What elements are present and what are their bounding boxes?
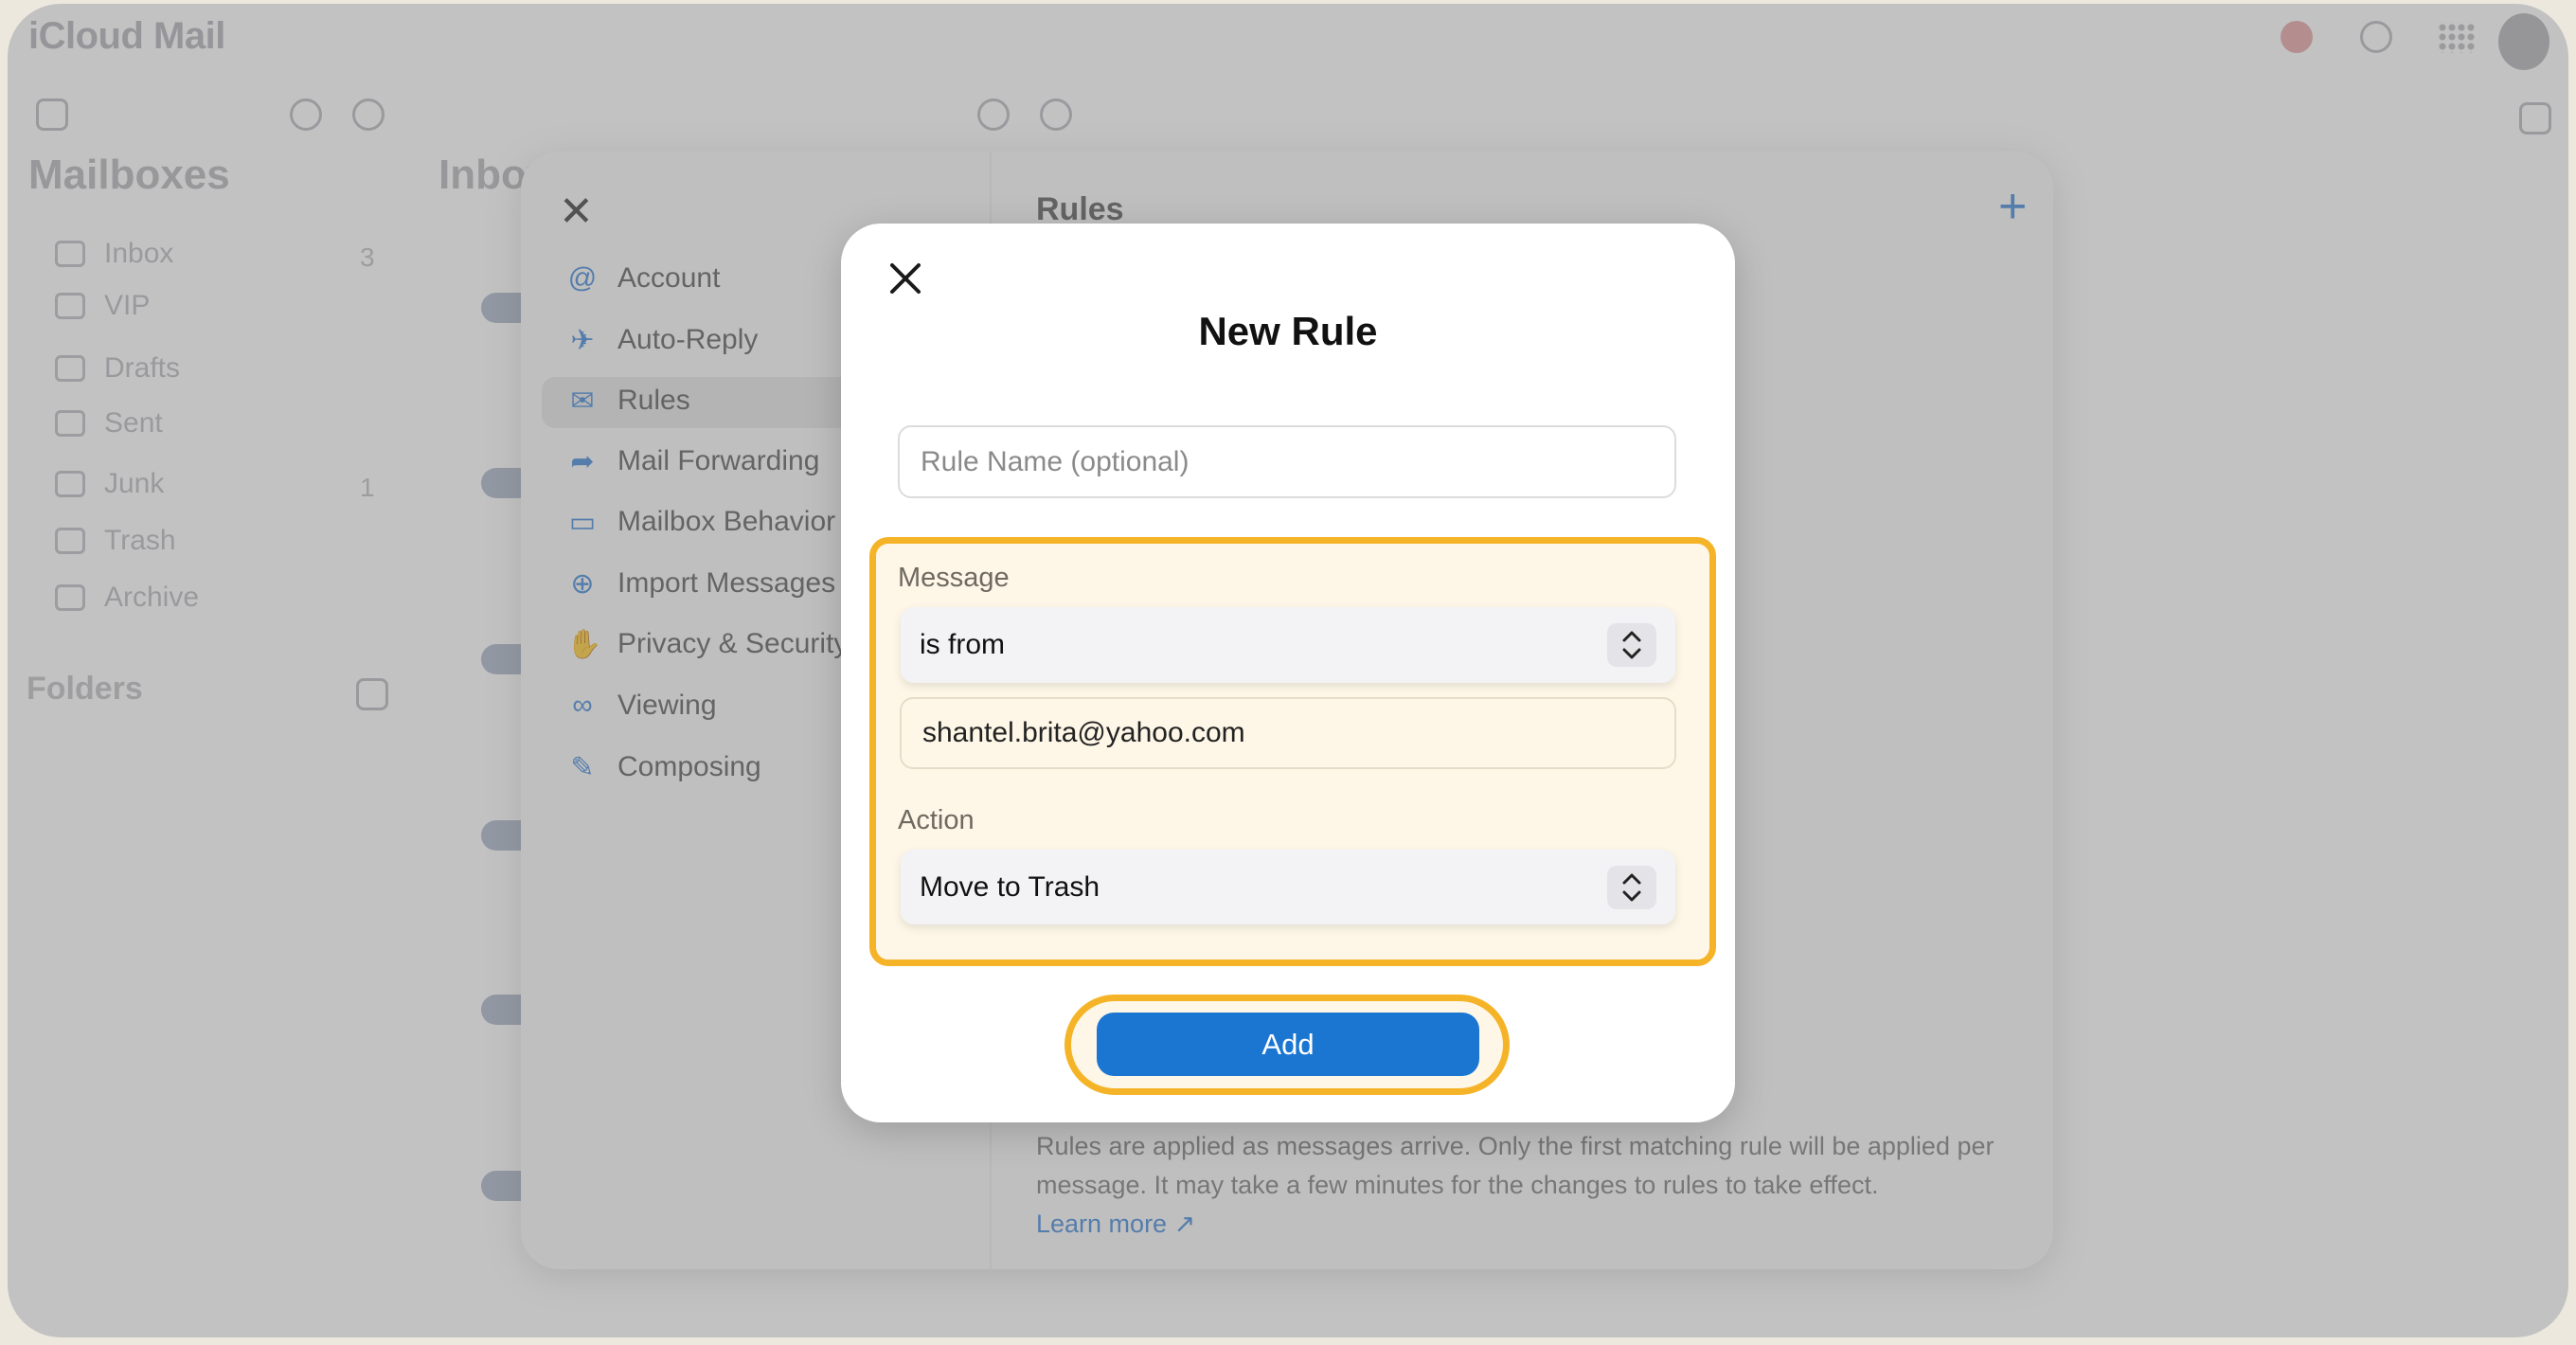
app-window: iCloud Mail Mailboxes Inbox 3 VIP Drafts… xyxy=(8,4,2568,1337)
action-select[interactable]: Move to Trash xyxy=(901,850,1675,924)
chevron-up-down-icon xyxy=(1607,623,1656,667)
message-label: Message xyxy=(898,563,1010,593)
sender-email-input[interactable]: shantel.brita@yahoo.com xyxy=(900,697,1676,769)
rule-criteria-highlight: Message is from shantel.brita@yahoo.com … xyxy=(869,537,1716,966)
close-icon[interactable] xyxy=(886,260,924,297)
dialog-title: New Rule xyxy=(1198,309,1378,353)
action-label: Action xyxy=(898,805,975,835)
new-rule-dialog: New Rule Rule Name (optional) Message is… xyxy=(841,224,1735,1122)
chevron-up-down-icon xyxy=(1607,865,1656,909)
condition-value: is from xyxy=(920,629,1005,660)
add-button[interactable]: Add xyxy=(1097,1013,1479,1076)
action-value: Move to Trash xyxy=(920,870,1100,903)
rule-name-input[interactable]: Rule Name (optional) xyxy=(898,425,1676,498)
condition-select[interactable]: is from xyxy=(901,607,1675,683)
